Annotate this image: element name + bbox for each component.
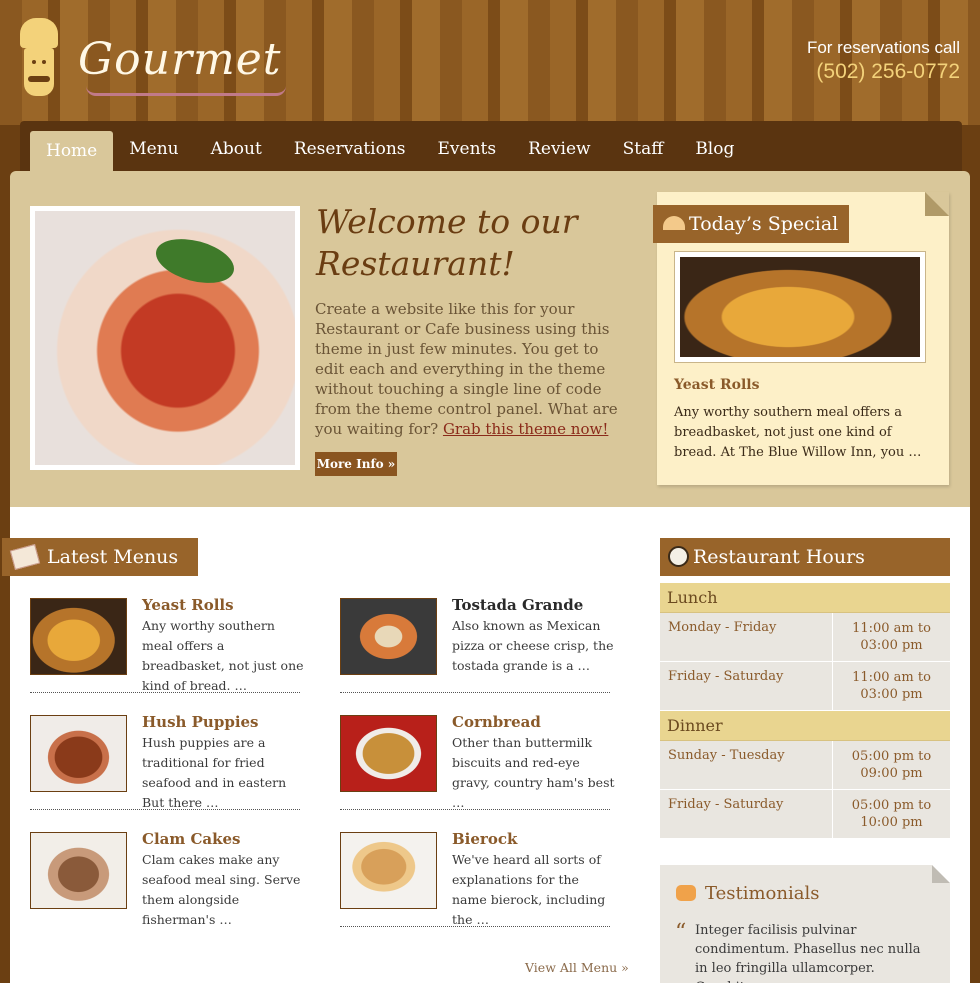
hero-section: Welcome to our Restaurant! Create a webs… <box>10 171 970 507</box>
nav-menu[interactable]: Menu <box>113 121 194 171</box>
logo[interactable]: Gourmet <box>18 18 286 100</box>
clock-icon <box>668 546 689 567</box>
todays-special-card: Today’s Special Yeast Rolls Any worthy s… <box>653 192 949 485</box>
menu-item-desc: Any worthy southern meal offers a breadb… <box>142 618 304 693</box>
hours-row: Sunday - Tuesday 05:00 pm to 09:00 pm <box>660 741 950 790</box>
main-nav: Home Menu About Reservations Events Revi… <box>20 121 962 171</box>
hero-image <box>30 206 300 470</box>
menu-item-title[interactable]: Cornbread <box>452 713 541 731</box>
menu-item: Cornbread Other than buttermilk biscuits… <box>340 713 615 815</box>
menu-item: Bierock We've heard all sorts of explana… <box>340 830 610 932</box>
testimonial-text: Integer facilisis pulvinar condimentum. … <box>695 923 921 983</box>
hours-row: Friday - Saturday 05:00 pm to 10:00 pm <box>660 790 950 839</box>
menu-item-desc: Also known as Mexican pizza or cheese cr… <box>452 618 614 673</box>
hours-lunch-label: Lunch <box>660 583 950 613</box>
nav-review[interactable]: Review <box>512 121 607 171</box>
menu-item: Tostada Grande Also known as Mexican piz… <box>340 596 614 698</box>
nav-blog[interactable]: Blog <box>679 121 750 171</box>
todays-special-heading: Today’s Special <box>653 205 849 243</box>
testimonials-heading: Testimonials <box>705 883 820 904</box>
chef-icon <box>18 18 60 100</box>
grab-theme-link[interactable]: Grab this theme now! <box>443 420 608 438</box>
hours-table: Lunch Monday - Friday 11:00 am to 03:00 … <box>660 583 950 839</box>
restaurant-hours-heading: Restaurant Hours <box>660 538 950 576</box>
menu-item-desc: Clam cakes make any seafood meal sing. S… <box>142 852 301 927</box>
special-image[interactable] <box>674 251 926 363</box>
menu-thumb[interactable] <box>340 715 437 792</box>
menu-thumb[interactable] <box>30 715 127 792</box>
menu-item-title[interactable]: Hush Puppies <box>142 713 259 731</box>
testimonials-card: Testimonials “ Integer facilisis pulvina… <box>660 865 950 983</box>
menu-item: Clam Cakes Clam cakes make any seafood m… <box>30 830 300 932</box>
hero-text: Create a website like this for your Rest… <box>315 300 618 438</box>
nav-events[interactable]: Events <box>422 121 513 171</box>
menu-item: Yeast Rolls Any worthy southern meal off… <box>30 596 304 698</box>
hours-dinner-label: Dinner <box>660 711 950 741</box>
reservations-label: For reservations call <box>806 38 960 57</box>
lower-section: Latest Menus Yeast Rolls Any worthy sout… <box>2 507 970 983</box>
menu-thumb[interactable] <box>340 598 437 675</box>
menu-item-desc: Hush puppies are a traditional for fried… <box>142 735 287 810</box>
hours-row: Monday - Friday 11:00 am to 03:00 pm <box>660 613 950 662</box>
reservations-phone[interactable]: (502) 256-0772 <box>807 60 960 84</box>
special-title[interactable]: Yeast Rolls <box>674 377 759 393</box>
menu-item-desc: We've heard all sorts of explanations fo… <box>452 852 606 927</box>
nav-home[interactable]: Home <box>30 131 114 171</box>
cloche-icon <box>663 216 685 230</box>
brand-name: Gourmet <box>78 34 286 96</box>
quote-icon: “ <box>675 920 687 945</box>
nav-staff[interactable]: Staff <box>607 121 680 171</box>
latest-menus-heading: Latest Menus <box>2 538 198 576</box>
nav-reservations[interactable]: Reservations <box>278 121 422 171</box>
menu-item: Hush Puppies Hush puppies are a traditio… <box>30 713 300 815</box>
hours-row: Friday - Saturday 11:00 am to 03:00 pm <box>660 662 950 711</box>
hero-title: Welcome to our Restaurant! <box>316 202 578 283</box>
menu-item-desc: Other than buttermilk biscuits and red-e… <box>452 735 615 810</box>
menu-thumb[interactable] <box>30 832 127 909</box>
menu-thumb[interactable] <box>340 832 437 909</box>
menu-item-title[interactable]: Yeast Rolls <box>142 596 234 614</box>
view-all-menu-link[interactable]: View All Menu » <box>525 960 629 975</box>
speech-bubble-icon <box>676 885 696 901</box>
nav-about[interactable]: About <box>195 121 278 171</box>
special-text: Any worthy southern meal offers a breadb… <box>674 405 922 460</box>
menu-thumb[interactable] <box>30 598 127 675</box>
menu-item-title[interactable]: Bierock <box>452 830 517 848</box>
more-info-button[interactable]: More Info » <box>315 452 397 476</box>
menu-item-title[interactable]: Clam Cakes <box>142 830 241 848</box>
envelope-icon <box>9 543 41 571</box>
menu-item-title[interactable]: Tostada Grande <box>452 596 583 614</box>
header: Gourmet For reservations call (502) 256-… <box>0 0 980 125</box>
reservations-info: For reservations call (502) 256-0772 <box>807 38 960 84</box>
